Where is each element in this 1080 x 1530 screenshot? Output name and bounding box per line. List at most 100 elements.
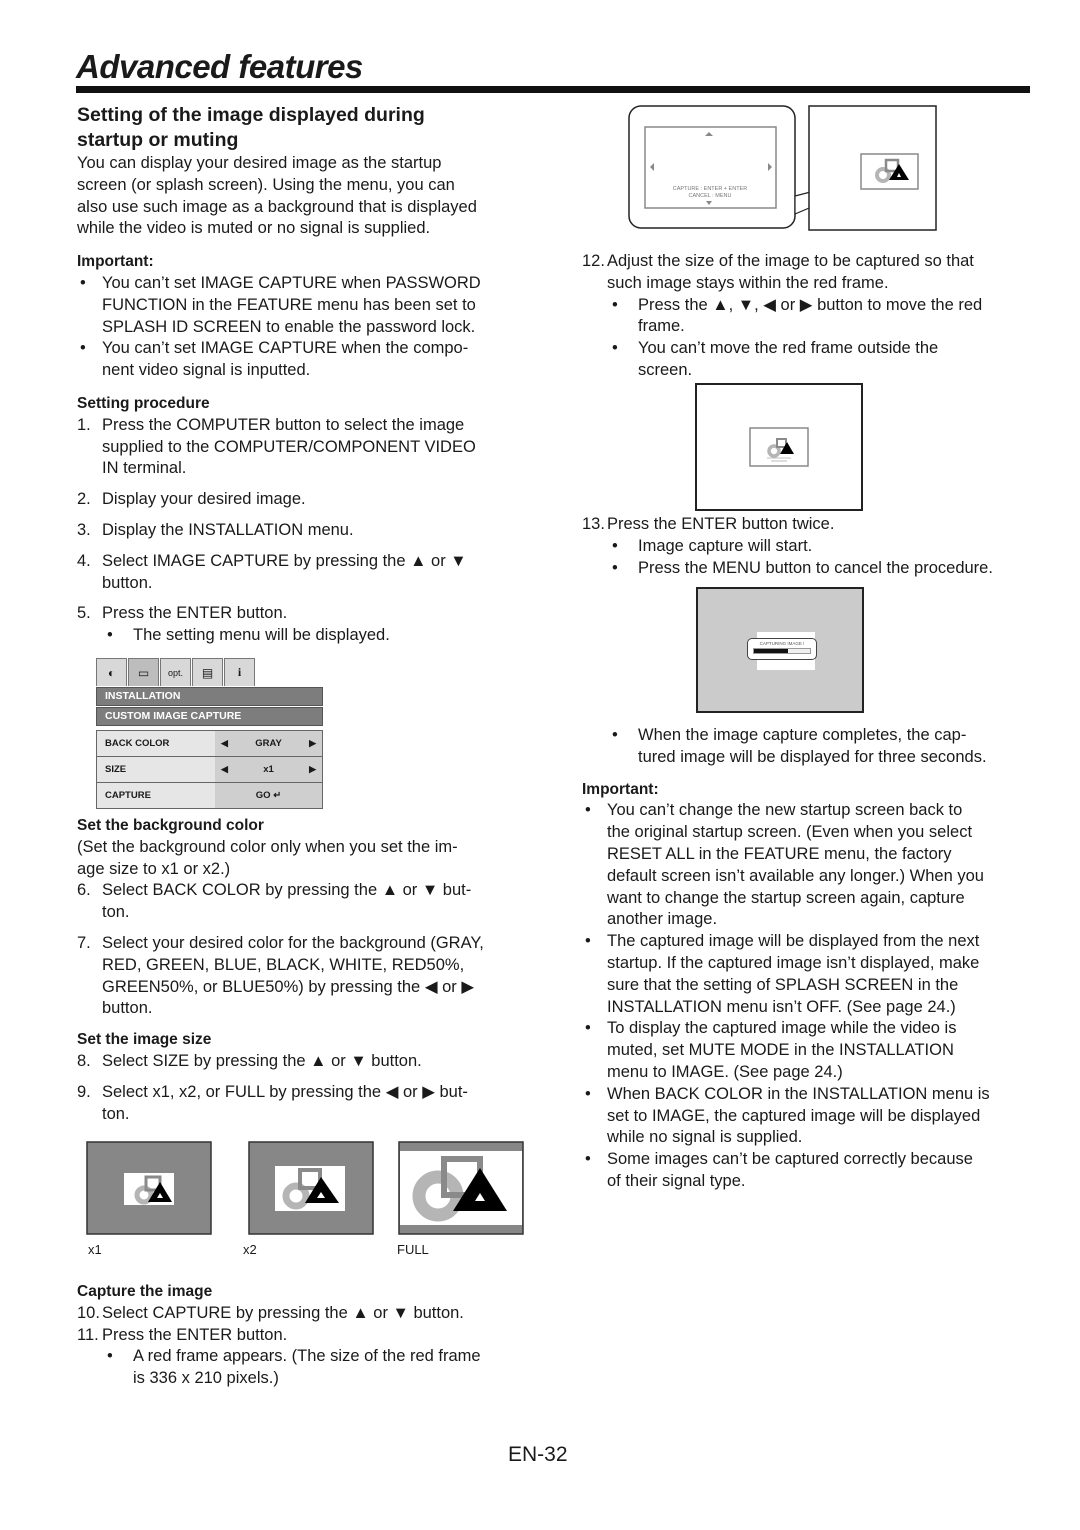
menu-tabs: ◐ ▭ opt. ▤ i [96,658,323,686]
text-line: Select CAPTURE by pressing the ▲ or ▼ bu… [102,1303,464,1322]
step-6: 6. Select BACK COLOR by pressing the ▲ o… [77,880,537,924]
step-12-bullet: • You can’t move the red frame outside t… [582,338,1042,382]
text-line: another image. [607,910,718,929]
left-column: Setting of the image displayed during st… [77,103,537,647]
text-line: sure that the setting of SPLASH SCREEN i… [607,975,959,994]
installation-menu: ◐ ▭ opt. ▤ i INSTALLATION CUSTOM IMAGE C… [96,658,323,809]
text-line: RED, GREEN, BLUE, BLACK, WHITE, RED50%, [102,955,465,974]
text-line: also use such image as a background that… [77,197,477,216]
text-line: while the video is muted or no signal is… [77,219,431,238]
text-line: FUNCTION in the FEATURE menu has been se… [102,295,476,314]
menu-row-value[interactable]: ◀ GRAY ▶ [215,731,322,756]
text-line: button. [102,573,153,592]
text-line: Display the INSTALLATION menu. [102,520,354,539]
text-line: Press the MENU button to cancel the proc… [638,558,993,577]
right-arrow-icon[interactable]: ▶ [309,738,316,749]
size-label-x1: x1 [88,1242,102,1257]
capture-progress-bar [753,648,811,654]
text-line: ton. [102,903,130,922]
step-13: 13. Press the ENTER button twice. [582,514,1042,536]
go-button[interactable]: GO ↵ [215,783,322,808]
step-10: 10. Select CAPTURE by pressing the ▲ or … [77,1303,547,1325]
important-heading-right: Important: [582,780,659,798]
text-line: startup. If the captured image isn’t dis… [607,953,980,972]
important-bullet: • The captured image will be displayed f… [582,931,1042,1018]
left-arrow-icon[interactable]: ◀ [221,764,228,775]
section-title-line: Setting of the image displayed during [77,104,425,126]
text-line: of their signal type. [607,1171,746,1190]
text-line: supplied to the COMPUTER/COMPONENT VIDEO [102,437,476,456]
text-line: You can’t change the new startup screen … [607,801,963,820]
capturing-text: CAPTURING IMAGE ! [759,641,805,646]
capturing-screen: CAPTURING IMAGE ! [696,587,864,713]
text-line: IN terminal. [102,459,187,478]
text-line: Some images can’t be captured correctly … [607,1150,973,1169]
step-5-bullet: • The setting menu will be displayed. [77,625,537,647]
menu-row-back-color[interactable]: BACK COLOR ◀ GRAY ▶ [96,730,323,757]
text-line: default screen isn’t available any longe… [607,866,984,885]
text-line: ton. [102,1104,130,1123]
left-column-capture: Capture the image 10. Select CAPTURE by … [77,1281,547,1390]
size-x2-illustration [248,1141,374,1235]
menu-row-capture[interactable]: CAPTURE GO ↵ [96,783,323,809]
text-line: When BACK COLOR in the INSTALLATION menu… [607,1084,990,1103]
text-line: Press the ENTER button twice. [607,515,835,533]
feature-icon[interactable]: ▤ [192,658,223,686]
text-line: nent video signal is inputted. [102,361,311,380]
size-label-x2: x2 [243,1242,257,1257]
background-note: (Set the background color only when you … [77,837,537,881]
step-11-bullet: • A red frame appears. (The size of the … [77,1346,547,1390]
moved-frame-screen [695,383,863,511]
text-line: age size to x1 or x2.) [77,859,231,878]
setting-procedure-heading: Setting procedure [77,394,210,412]
background-color-heading: Set the background color [77,817,264,834]
size-x1-illustration [86,1141,212,1235]
page-title: Advanced features [76,48,363,85]
text-line: such image stays within the red frame. [607,273,889,292]
text-line: A red frame appears. (The size of the re… [133,1347,481,1366]
text-line: GREEN50%, or BLUE50%) by pressing the ◀ … [102,977,475,996]
text-line: You can’t move the red frame outside the [638,339,939,358]
size-illustrations [86,1141,524,1235]
picture-icon[interactable]: ◐ [96,658,127,686]
right-column-step12: 12. Adjust the size of the image to be c… [582,251,1042,382]
capturing-dialog: CAPTURING IMAGE ! [747,638,817,660]
value-text: x1 [263,764,274,775]
options-icon[interactable]: opt. [160,658,191,686]
menu-row-size[interactable]: SIZE ◀ x1 ▶ [96,757,323,783]
text-line: Select SIZE by pressing the ▲ or ▼ butto… [102,1051,422,1070]
important-bullet: • Some images can’t be captured correctl… [582,1149,1042,1193]
text-line: Select IMAGE CAPTURE by pressing the ▲ o… [102,551,467,570]
text-line: Display your desired image. [102,490,306,509]
page-number: EN-32 [508,1443,568,1466]
step-3: 3. Display the INSTALLATION menu. [77,520,537,542]
step-9: 9. Select x1, x2, or FULL by pressing th… [77,1082,537,1126]
important-bullet: • You can’t set IMAGE CAPTURE when the c… [77,338,537,382]
capture-heading: Capture the image [77,1283,213,1300]
text-line: frame. [638,317,685,336]
text-line: is 336 x 210 pixels.) [133,1369,279,1388]
text-line: Press the ENTER button. [102,1325,288,1344]
text-line: Select your desired color for the backgr… [102,933,484,952]
menu-row-label: BACK COLOR [97,731,215,756]
info-icon[interactable]: i [224,658,255,686]
step-12: 12. Adjust the size of the image to be c… [582,251,1042,295]
text-line: (Set the background color only when you … [77,837,458,856]
text-line: button. [102,999,153,1018]
step-4: 4. Select IMAGE CAPTURE by pressing the … [77,551,537,595]
right-arrow-icon[interactable]: ▶ [309,764,316,775]
text-line: want to change the startup screen again,… [607,888,965,907]
text-line: INSTALLATION menu isn’t OFF. (See page 2… [607,997,956,1016]
intro-paragraph: You can display your desired image as th… [77,153,537,240]
menu-row-value[interactable]: ◀ x1 ▶ [215,757,322,782]
title-rule [76,86,1030,93]
important-bullet: • You can’t set IMAGE CAPTURE when PASSW… [77,273,537,338]
installation-tab-icon[interactable]: ▭ [128,658,159,686]
left-arrow-icon[interactable]: ◀ [221,738,228,749]
text-line: menu to IMAGE. (See page 24.) [607,1062,843,1081]
right-column-step13: 13. Press the ENTER button twice. • Imag… [582,514,1042,579]
text-line: screen (or splash screen). Using the men… [77,175,455,194]
image-size-heading: Set the image size [77,1031,212,1049]
text-line: RESET ALL in the FEATURE menu, the facto… [607,844,952,863]
text-line: Adjust the size of the image to be captu… [607,252,974,270]
